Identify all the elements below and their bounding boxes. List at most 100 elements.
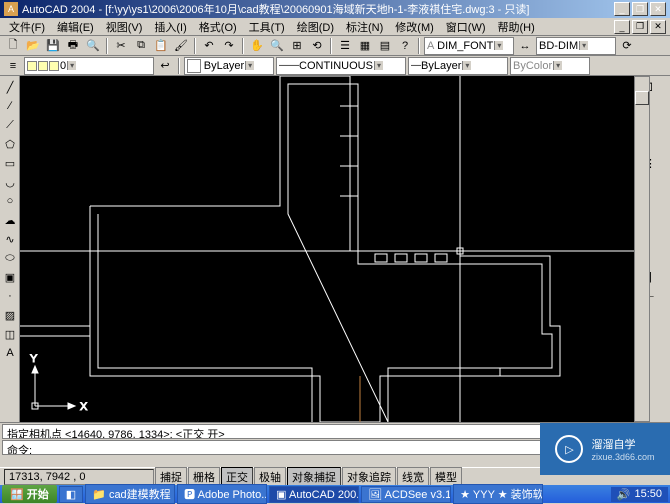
menu-insert[interactable]: 插入(I) [149,18,191,36]
dim-update-icon[interactable]: ⟳ [618,37,636,55]
taskbar-item[interactable]: 🅿 Adobe Photo... [177,484,267,504]
coordinates-display[interactable]: 17313, 7942 , 0 [4,469,154,485]
menu-modify[interactable]: 修改(M) [390,18,439,36]
separator [418,38,420,54]
toggle-lwt[interactable]: 线宽 [397,467,429,487]
xline-icon[interactable]: ∕ [1,97,19,115]
taskbar-item[interactable]: ★ YYY ★ 装饰软件 [453,484,543,504]
zoom-window-icon[interactable]: ⊞ [288,37,306,55]
close-button[interactable]: ✕ [650,2,666,16]
dim-tool-icon[interactable]: ↔ [516,37,534,55]
clock[interactable]: 15:50 [634,488,662,500]
watermark-brand: 溜溜自学 [591,439,635,451]
toggle-osnap[interactable]: 对象捕捉 [287,467,341,487]
hatch-icon[interactable]: ▨ [1,306,19,324]
pan-icon[interactable]: ✋ [248,37,266,55]
line-icon[interactable]: ╱ [1,78,19,96]
system-tray[interactable]: 🔊 15:50 [611,487,668,502]
menu-edit[interactable]: 编辑(E) [52,18,99,36]
app-icon: A [4,2,18,16]
layer-on-icon [27,61,37,71]
tray-icon[interactable]: 🔊 [617,488,631,501]
point-icon[interactable]: · [1,287,19,305]
dim-style-combo[interactable]: BD-DIM▾ [536,37,616,55]
designcenter-icon[interactable]: ▦ [356,37,374,55]
region-icon[interactable]: ◫ [1,325,19,343]
paste-icon[interactable]: 📋 [152,37,170,55]
open-icon[interactable]: 📂 [24,37,42,55]
layer-manager-icon[interactable]: ≡ [4,57,22,75]
mdi-controls: _ ❐ ✕ [614,20,666,34]
menu-help[interactable]: 帮助(H) [493,18,540,36]
menu-dimension[interactable]: 标注(N) [341,18,388,36]
drawing-area[interactable]: X Y [20,76,634,422]
undo-icon[interactable]: ↶ [200,37,218,55]
ucs-x-label: X [80,401,88,413]
menubar: 文件(F) 编辑(E) 视图(V) 插入(I) 格式(O) 工具(T) 绘图(D… [0,18,670,36]
mtext-icon[interactable]: A [1,344,19,362]
taskbar-item[interactable]: 📁 cad建模教程 [85,484,175,504]
color-combo[interactable]: ByLayer▾ [184,57,274,75]
print-icon[interactable]: 🖶 [64,37,82,55]
pline-icon[interactable]: ⟋ [1,116,19,134]
revcloud-icon[interactable]: ☁ [1,211,19,229]
mdi-minimize[interactable]: _ [614,20,630,34]
layer-lock-icon [49,61,59,71]
menu-format[interactable]: 格式(O) [194,18,242,36]
menu-draw[interactable]: 绘图(D) [292,18,339,36]
watermark-url: zixue.3d66.com [591,452,654,462]
separator [194,38,196,54]
ellipse-icon[interactable]: ⬭ [1,249,19,267]
redo-icon[interactable]: ↷ [220,37,238,55]
zoom-previous-icon[interactable]: ⟲ [308,37,326,55]
play-icon: ▷ [555,435,583,463]
circle-icon[interactable]: ○ [1,192,19,210]
minimize-button[interactable]: _ [614,2,630,16]
mdi-close[interactable]: ✕ [650,20,666,34]
taskbar-item[interactable]: 🖼 ACDSee v3.1... [361,486,451,503]
menu-window[interactable]: 窗口(W) [441,18,491,36]
layer-freeze-icon [38,61,48,71]
toolpalette-icon[interactable]: ▤ [376,37,394,55]
matchprop-icon[interactable]: 🖌 [172,37,190,55]
block-icon[interactable]: ▣ [1,268,19,286]
separator [178,58,180,74]
dim-font-combo[interactable]: A DIM_FONT▾ [424,37,514,55]
vertical-scrollbar[interactable] [634,76,650,422]
new-icon[interactable]: 🗋 [4,37,22,55]
linetype-combo[interactable]: —— CONTINUOUS▾ [276,57,406,75]
drawing-canvas[interactable]: X Y [20,76,634,422]
spline-icon[interactable]: ∿ [1,230,19,248]
quicklaunch-icon[interactable]: ◧ [59,486,83,503]
zoom-realtime-icon[interactable]: 🔍 [268,37,286,55]
color-swatch [187,59,201,73]
menu-tools[interactable]: 工具(T) [244,18,290,36]
arc-icon[interactable]: ◡ [1,173,19,191]
menu-file[interactable]: 文件(F) [4,18,50,36]
scrollbar-thumb[interactable] [635,91,649,105]
preview-icon[interactable]: 🔍 [84,37,102,55]
polygon-icon[interactable]: ⬠ [1,135,19,153]
toggle-otrack[interactable]: 对象追踪 [342,467,396,487]
layer-prev-icon[interactable]: ↩ [156,57,174,75]
rectangle-icon[interactable]: ▭ [1,154,19,172]
separator [242,38,244,54]
mdi-restore[interactable]: ❐ [632,20,648,34]
lineweight-combo[interactable]: — ByLayer▾ [408,57,508,75]
cut-icon[interactable]: ✂ [112,37,130,55]
plotstyle-combo[interactable]: ByColor▾ [510,57,590,75]
save-icon[interactable]: 💾 [44,37,62,55]
layer-toolbar: ≡ 0▾ ↩ ByLayer▾ —— CONTINUOUS▾ — ByLayer… [0,56,670,76]
menu-view[interactable]: 视图(V) [101,18,148,36]
start-button[interactable]: 🪟 开始 [2,485,57,503]
watermark-overlay: ▷ 溜溜自学 zixue.3d66.com [540,423,670,475]
draw-toolbar: ╱ ∕ ⟋ ⬠ ▭ ◡ ○ ☁ ∿ ⬭ ▣ · ▨ ◫ A [0,76,20,422]
layer-combo[interactable]: 0▾ [24,57,154,75]
separator [330,38,332,54]
properties-icon[interactable]: ☰ [336,37,354,55]
help-icon[interactable]: ? [396,37,414,55]
windows-taskbar: 🪟 开始 ◧ 📁 cad建模教程 🅿 Adobe Photo... ▣ Auto… [0,485,670,503]
copy-icon[interactable]: ⧉ [132,37,150,55]
taskbar-item-active[interactable]: ▣ AutoCAD 200... [269,486,359,503]
restore-button[interactable]: ❐ [632,2,648,16]
